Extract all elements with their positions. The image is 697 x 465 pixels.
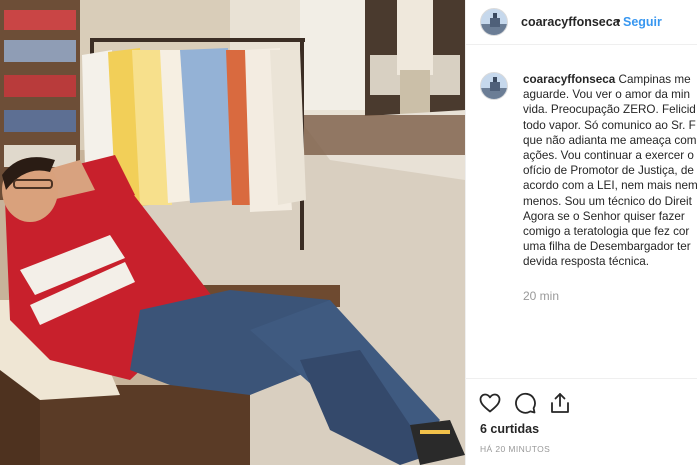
caption-line: que não adianta me ameaça com bbox=[523, 133, 697, 147]
header-username[interactable]: coaracyffonseca bbox=[521, 15, 620, 29]
caption-line: menos. Sou um técnico do Direit bbox=[523, 194, 692, 208]
post-timestamp[interactable]: HÁ 20 MINUTOS bbox=[480, 444, 550, 454]
avatar-image bbox=[481, 9, 507, 35]
caption-line-text: Campinas me bbox=[618, 73, 691, 86]
caption-line: uma filha de Desembargador ter bbox=[523, 240, 691, 254]
caption-line: ofício de Promotor de Justiça, de bbox=[523, 164, 694, 178]
caption-line: devida resposta técnica. bbox=[523, 255, 650, 269]
caption-line: Agora se o Senhor quiser fazer bbox=[523, 209, 685, 223]
share-icon[interactable] bbox=[548, 391, 572, 415]
comment-icon[interactable] bbox=[513, 391, 537, 415]
post-photo[interactable] bbox=[0, 0, 465, 465]
heart-icon[interactable] bbox=[478, 391, 502, 415]
avatar[interactable] bbox=[480, 72, 508, 100]
caption-line: comigo a teratologia que fez cor bbox=[523, 225, 690, 239]
caption-line: coaracyffonseca Campinas me bbox=[523, 72, 697, 87]
caption-line: todo vapor. Só comunico ao Sr. F bbox=[523, 118, 696, 132]
avatar-image bbox=[481, 73, 507, 99]
header-separator: • bbox=[616, 13, 621, 28]
caption-line: vida. Preocupação ZERO. Felicid bbox=[523, 103, 696, 117]
post-actions: 6 curtidas HÁ 20 MINUTOS bbox=[466, 378, 697, 465]
caption-text: coaracyffonseca Campinas me aguarde. Vou… bbox=[523, 72, 697, 270]
avatar[interactable] bbox=[480, 8, 508, 36]
post-sidebar: coaracyffonseca • Seguir coaracyffonseca… bbox=[465, 0, 697, 465]
likes-count[interactable]: 6 curtidas bbox=[480, 422, 539, 436]
post-photo-image bbox=[0, 0, 465, 465]
follow-button[interactable]: Seguir bbox=[623, 15, 662, 29]
caption-line: aguarde. Vou ver o amor da min bbox=[523, 88, 690, 102]
comment-timestamp[interactable]: 20 min bbox=[523, 289, 559, 303]
caption-line: ações. Vou continuar a exercer o bbox=[523, 149, 694, 163]
post-header: coaracyffonseca • Seguir bbox=[466, 0, 697, 45]
caption-username[interactable]: coaracyffonseca bbox=[523, 73, 615, 86]
caption-line: acordo com a LEI, nem mais nem bbox=[523, 179, 697, 193]
